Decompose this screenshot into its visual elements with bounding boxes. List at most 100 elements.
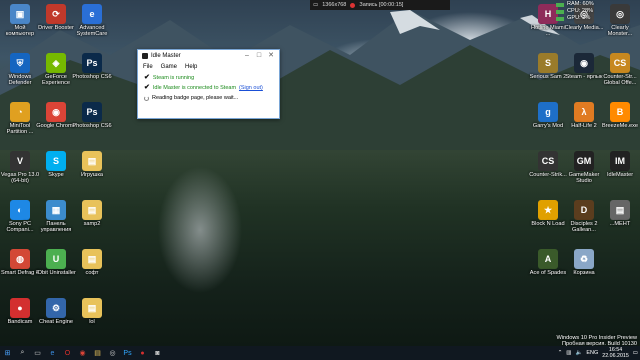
desktop-icon-label: Windows Defender xyxy=(8,74,32,87)
gpu-bar xyxy=(556,16,564,21)
menu-game[interactable]: Game xyxy=(161,64,177,70)
app-icon: Ps xyxy=(82,53,102,73)
desktop-icon-label: Панель управления xyxy=(40,221,72,234)
clock[interactable]: 16:54 22.06.2015 xyxy=(602,347,629,359)
desktop-icon[interactable]: V Vegas Pro 13.0 (64-bit) xyxy=(0,149,40,193)
desktop-icon[interactable]: U IObit Uninstaller xyxy=(36,247,76,291)
steam-icon[interactable]: ◎ xyxy=(105,346,120,360)
network-icon[interactable]: ▥ xyxy=(566,350,571,356)
desktop-icon-label: samp2 xyxy=(83,221,101,227)
maximize-button[interactable]: □ xyxy=(253,50,265,62)
desktop-icon-label: BreezeMe.exe xyxy=(601,123,639,129)
desktop-icon[interactable]: Ps Photoshop CS6 xyxy=(72,51,112,95)
desktop-icon[interactable]: ◉ Steam - ярлык xyxy=(564,51,604,95)
explorer-icon[interactable]: ▤ xyxy=(90,346,105,360)
desktop-icon-label: Clearly Monster... xyxy=(607,25,633,38)
tray-up-icon[interactable]: ⌃ xyxy=(558,350,563,356)
desktop-icon[interactable]: ◈ GeForce Experience xyxy=(36,51,76,95)
desktop-icon[interactable]: Ps Photoshop CS6 xyxy=(72,100,112,144)
desktop-icon-label: IObit Uninstaller xyxy=(36,270,76,276)
desktop-icon[interactable]: ▤ lol xyxy=(72,296,112,340)
desktop-icon[interactable]: CS Counter-Strik... xyxy=(528,149,568,193)
task-view-icon[interactable]: ▭ xyxy=(30,346,45,360)
desktop-icon[interactable]: D Disciples 2 Gallean... xyxy=(564,198,604,242)
desktop-icon[interactable]: ▤ софт xyxy=(72,247,112,291)
desktop-icon[interactable]: ▣ Мой компьютер xyxy=(0,2,40,46)
app-icon: ● xyxy=(10,298,30,318)
recording-label: Запись [00:00:15] xyxy=(359,2,404,8)
app-icon: ◉ xyxy=(574,53,594,73)
volume-icon[interactable]: 🔈 xyxy=(576,350,583,356)
title-bar[interactable]: Idle Master – □ ✕ xyxy=(138,50,279,62)
desktop-icon-label: ...МЕНТ xyxy=(609,221,631,227)
desktop-icon[interactable]: S Serious Sam 2 xyxy=(528,51,568,95)
app-icon: A xyxy=(538,249,558,269)
notifications-icon[interactable]: ▭ xyxy=(633,350,638,356)
search-icon[interactable]: ⌕ xyxy=(15,346,30,360)
desktop-icon[interactable]: ▦ Панель управления xyxy=(36,198,76,242)
resolution-label: 1366x768 xyxy=(322,2,347,8)
desktop-icon-label: lol xyxy=(89,319,95,325)
desktop-icon-label: Google Chrome xyxy=(36,123,76,129)
desktop-icon[interactable]: ▤ samp2 xyxy=(72,198,112,242)
desktop-icon[interactable]: IM IdleMaster xyxy=(600,149,640,193)
desktop-icon[interactable]: B BreezeMe.exe xyxy=(600,100,640,144)
desktop-icon[interactable]: ★ Block N Load xyxy=(528,198,568,242)
app-icon: ⟳ xyxy=(46,4,66,24)
desktop-icon[interactable]: e Advanced SystemCare xyxy=(72,2,112,46)
desktop-icon[interactable]: GM GameMaker Studio xyxy=(564,149,604,193)
opera-icon[interactable]: O xyxy=(60,346,75,360)
photoshop-icon[interactable]: Ps xyxy=(120,346,135,360)
app-icon: ♻ xyxy=(574,249,594,269)
idle-master-window[interactable]: Idle Master – □ ✕ File Game Help ✔ Steam… xyxy=(137,49,280,119)
app-icon: D xyxy=(574,200,594,220)
edge-icon[interactable]: e xyxy=(45,346,60,360)
app-icon: U xyxy=(46,249,66,269)
sign-out-link[interactable]: (Sign out) xyxy=(239,83,263,93)
desktop-icon-label: Clearly Media... xyxy=(564,25,604,31)
desktop-icon[interactable]: ⛨ Windows Defender xyxy=(0,51,40,95)
app-icon: S xyxy=(46,151,66,171)
badge-status: Reading badge page, please wait... xyxy=(152,95,239,101)
minimize-button[interactable]: – xyxy=(241,50,253,62)
idle-master-icon[interactable]: ◙ xyxy=(150,346,165,360)
desktop-icon[interactable]: ♻ Корзина xyxy=(564,247,604,291)
windows-start-icon[interactable]: ⊞ xyxy=(0,346,15,360)
close-button[interactable]: ✕ xyxy=(265,50,277,62)
desktop-icon[interactable]: ▤ ...МЕНТ xyxy=(600,198,640,242)
desktop-icon[interactable]: ◉ Google Chrome xyxy=(36,100,76,144)
desktop-icon[interactable]: S Skype xyxy=(36,149,76,193)
language-indicator[interactable]: ENG xyxy=(586,350,598,356)
record-icon[interactable] xyxy=(350,2,356,8)
desktop-icon[interactable]: ◍ Smart Defrag 4 xyxy=(0,247,40,291)
camera-icon[interactable]: ▭ xyxy=(313,2,318,8)
desktop-icon[interactable]: ▤ Игрушка xyxy=(72,149,112,193)
app-icon: CS xyxy=(610,53,630,73)
desktop-icon-label: Steam - ярлык xyxy=(565,74,603,80)
desktop-icon[interactable]: ⟳ Driver Booster xyxy=(36,2,76,46)
ram-label: RAM: 60% xyxy=(567,1,594,7)
taskbar: ⊞ ⌕ ▭ e O ◉ ▤ ◎ Ps ● ◙ ⌃ ▥ 🔈 ENG 16:54 2… xyxy=(0,346,640,360)
desktop-icon[interactable]: ◐ Sony PC Compani... xyxy=(0,198,40,242)
system-stats: RAM: 60% CPU: 28% GPU: 2% xyxy=(556,1,640,22)
desktop-icon[interactable]: A Ace of Spades xyxy=(528,247,568,291)
menu-help[interactable]: Help xyxy=(185,64,197,70)
desktop-icon-label: Cheat Engine xyxy=(39,319,73,325)
desktop-icon-label: Counter-Strik... xyxy=(529,172,567,178)
desktop-icon[interactable]: g Garry's Mod xyxy=(528,100,568,144)
bandicam-icon[interactable]: ● xyxy=(135,346,150,360)
app-icon: g xyxy=(538,102,558,122)
chrome-icon[interactable]: ◉ xyxy=(75,346,90,360)
app-icon: ◍ xyxy=(10,249,30,269)
desktop-icon[interactable]: CS Counter-Str... Global Offe... xyxy=(600,51,640,95)
desktop-icon[interactable]: ● Bandicam xyxy=(0,296,40,340)
desktop-icon-label: Ace of Spades xyxy=(529,270,567,276)
app-icon: e xyxy=(82,4,102,24)
menu-file[interactable]: File xyxy=(143,64,153,70)
desktop-icon-label: Photoshop CS6 xyxy=(72,74,112,80)
desktop-icon[interactable]: λ Half-Life 2 xyxy=(564,100,604,144)
desktop-icon-label: Half-Life 2 xyxy=(571,123,597,129)
desktop-icon[interactable]: ⚙ Cheat Engine xyxy=(36,296,76,340)
desktop-icon[interactable]: ◔ MiniTool Partition ... xyxy=(0,100,40,144)
cpu-bar xyxy=(556,9,564,14)
